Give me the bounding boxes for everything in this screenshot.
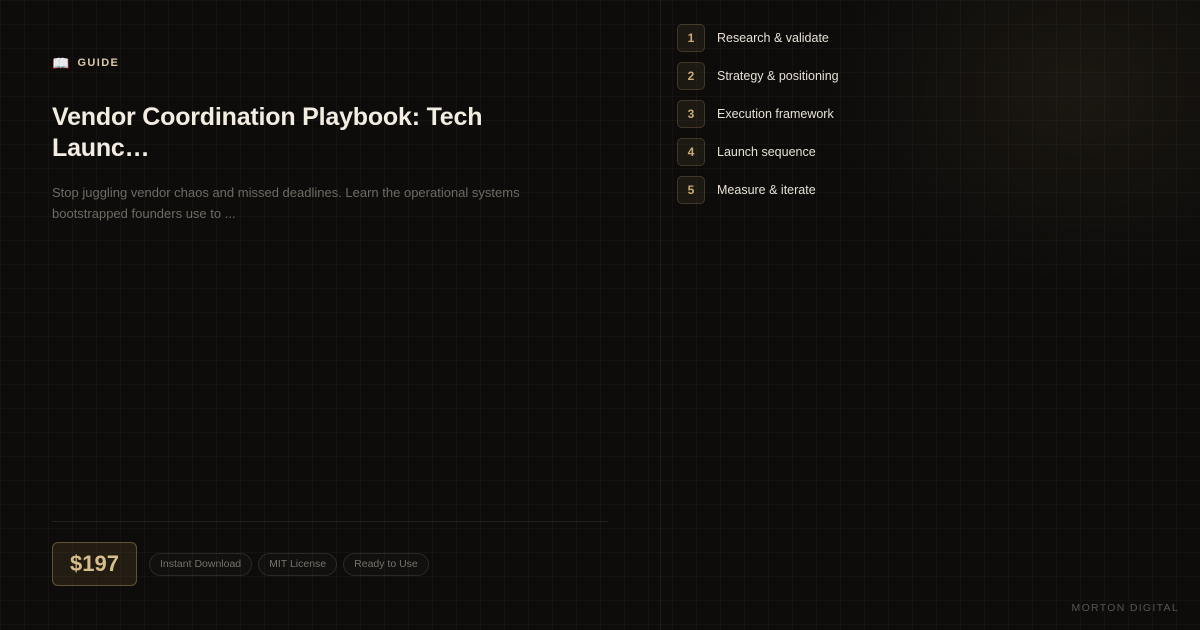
step-number: 1 [677, 24, 705, 52]
horizontal-divider [52, 521, 608, 522]
step-item: 2 Strategy & positioning [677, 62, 839, 90]
price-badge: $197 [52, 542, 137, 586]
tag-mit-license: MIT License [258, 553, 338, 576]
category-label: GUIDE [77, 57, 120, 69]
tag-instant-download: Instant Download [149, 553, 253, 576]
step-label: Strategy & positioning [717, 69, 839, 83]
step-number: 2 [677, 62, 705, 90]
step-item: 5 Measure & iterate [677, 176, 839, 204]
tag-ready-to-use: Ready to Use [343, 553, 429, 576]
step-item: 4 Launch sequence [677, 138, 839, 166]
brand-wordmark: MORTON DIGITAL [1071, 602, 1179, 614]
vertical-divider [660, 0, 661, 630]
product-info-panel: 📖 GUIDE Vendor Coordination Playbook: Te… [52, 0, 608, 630]
step-number: 3 [677, 100, 705, 128]
product-description: Stop juggling vendor chaos and missed de… [52, 185, 520, 221]
step-item: 3 Execution framework [677, 100, 839, 128]
step-item: 1 Research & validate [677, 24, 839, 52]
product-title: Vendor Coordination Playbook: Tech Launc… [52, 103, 483, 162]
steps-list: 1 Research & validate 2 Strategy & posit… [677, 24, 839, 214]
step-label: Research & validate [717, 31, 829, 45]
step-number: 4 [677, 138, 705, 166]
feature-tags: Instant Download MIT License Ready to Us… [149, 553, 429, 576]
step-label: Execution framework [717, 107, 834, 121]
step-label: Launch sequence [717, 145, 816, 159]
step-label: Measure & iterate [717, 183, 816, 197]
step-number: 5 [677, 176, 705, 204]
category-badge: 📖 GUIDE [52, 56, 119, 70]
open-book-icon: 📖 [52, 55, 70, 71]
